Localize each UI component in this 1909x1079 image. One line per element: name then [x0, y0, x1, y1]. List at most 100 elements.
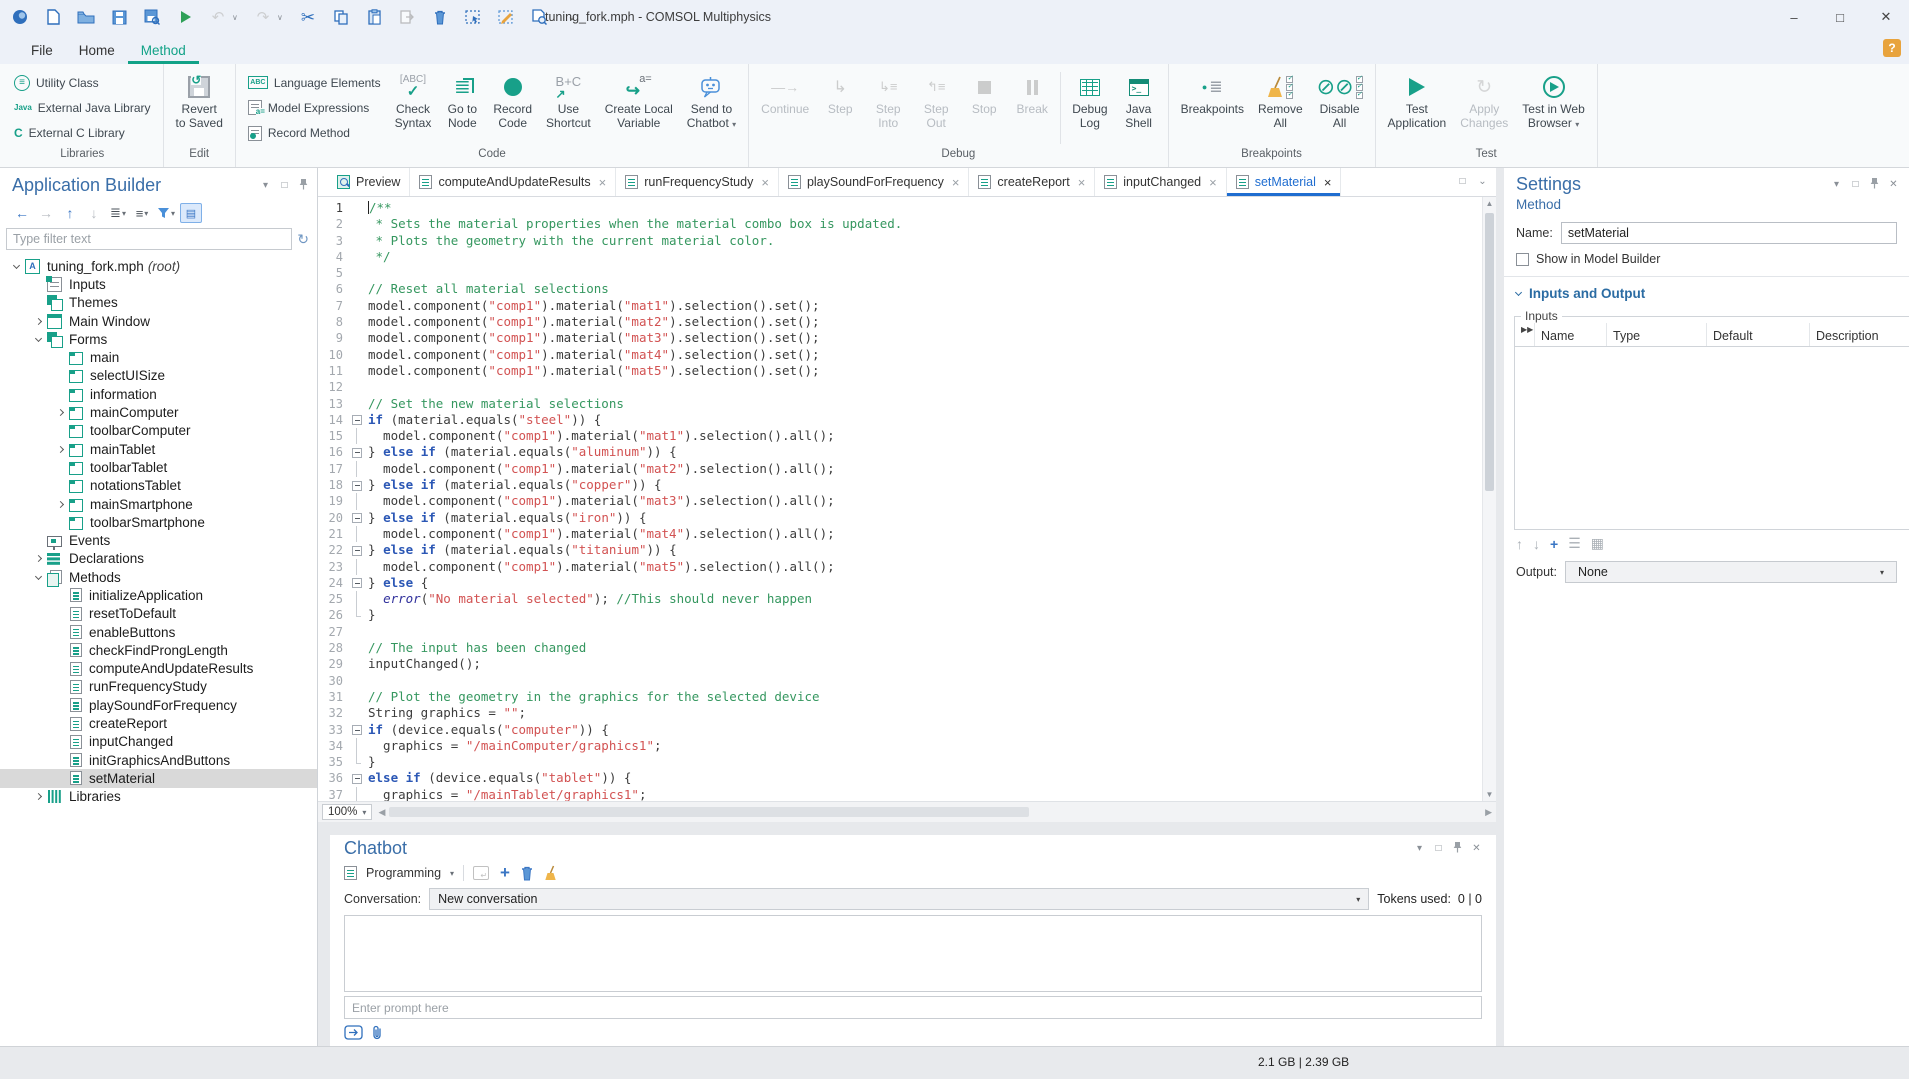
language-elements-button[interactable]: Language Elements	[245, 72, 384, 94]
code-area[interactable]: 1/**2 * Sets the material properties whe…	[318, 197, 1482, 801]
model-expressions-button[interactable]: Model Expressions	[245, 97, 384, 119]
fold-marker-icon[interactable]	[350, 722, 364, 738]
collapse-icon[interactable]	[30, 338, 47, 341]
use-shortcut-button[interactable]: UseShortcut	[539, 68, 598, 148]
close-button[interactable]: ✕	[1863, 0, 1909, 34]
inputs-table-body[interactable]	[1515, 347, 1909, 529]
chevron-down-icon[interactable]: ∨	[277, 13, 285, 22]
copy-icon[interactable]	[331, 6, 351, 28]
expand-icon[interactable]	[52, 502, 69, 507]
tree-item-setmaterial[interactable]: setMaterial	[0, 769, 317, 787]
editor-tab-setmaterial[interactable]: setMaterial×	[1227, 168, 1342, 196]
chevron-down-icon[interactable]: ∨	[232, 13, 240, 22]
tree-item-inputs[interactable]: Inputs	[0, 275, 317, 293]
ribbon-tab-file[interactable]: File	[18, 38, 66, 64]
revert-to-saved-button[interactable]: Revertto Saved	[169, 68, 230, 148]
panel-menu-icon[interactable]: ▾	[1414, 844, 1425, 854]
record-code-button[interactable]: RecordCode	[486, 68, 539, 148]
draw-frame-icon[interactable]	[496, 6, 516, 28]
tree-item-methods[interactable]: Methods	[0, 568, 317, 586]
tree-item-toolbartablet[interactable]: toolbarTablet	[0, 458, 317, 476]
inputs-and-output-section[interactable]: Inputs and Output	[1504, 277, 1909, 307]
java-shell-button[interactable]: JavaShell	[1115, 68, 1163, 148]
panel-menu-icon[interactable]: ▾	[260, 181, 271, 191]
close-tab-icon[interactable]: ×	[599, 175, 607, 190]
fold-marker-icon[interactable]	[350, 510, 364, 526]
close-icon[interactable]: ✕	[1471, 844, 1482, 854]
conversation-dropdown[interactable]: New conversation ▾	[429, 888, 1369, 910]
fold-marker-icon[interactable]	[350, 444, 364, 460]
send-prompt-icon[interactable]	[344, 1025, 363, 1040]
tree-item-tuning-fork-mph[interactable]: tuning_fork.mph(root)	[0, 257, 317, 275]
ribbon-tab-method[interactable]: Method	[128, 38, 199, 64]
tree-item-declarations[interactable]: Declarations	[0, 550, 317, 568]
go-to-node-button[interactable]: Go toNode	[438, 68, 486, 148]
save-icon[interactable]	[109, 6, 129, 28]
close-tab-icon[interactable]: ×	[952, 175, 960, 190]
select-frame-icon[interactable]	[463, 6, 483, 28]
save-as-icon[interactable]	[142, 6, 162, 28]
duplicate-icon[interactable]	[397, 6, 417, 28]
scroll-down-icon[interactable]: ▼	[1483, 790, 1496, 799]
test-application-button[interactable]: TestApplication	[1381, 68, 1454, 148]
scroll-left-icon[interactable]: ◀	[378, 807, 385, 818]
expand-icon[interactable]	[52, 410, 69, 415]
expand-icon[interactable]	[30, 794, 47, 799]
move-up-icon[interactable]: ↑	[60, 204, 80, 222]
output-dropdown[interactable]: None ▾	[1565, 561, 1897, 583]
vertical-scrollbar[interactable]: ▲ ▼	[1482, 197, 1496, 801]
move-right-icon[interactable]: →	[36, 204, 56, 222]
float-icon[interactable]: □	[1850, 180, 1861, 190]
tree-item-initializeapplication[interactable]: initializeApplication	[0, 586, 317, 604]
editor-tab-inputchanged[interactable]: inputChanged×	[1095, 168, 1226, 196]
external-c-library-button[interactable]: External C Library	[11, 122, 154, 144]
minimize-button[interactable]: –	[1771, 0, 1817, 34]
fold-marker-icon[interactable]	[350, 542, 364, 558]
hscrollbar-thumb[interactable]	[389, 807, 1029, 817]
expand-icon[interactable]	[52, 447, 69, 452]
name-field[interactable]	[1561, 222, 1897, 244]
tree-item-maintablet[interactable]: mainTablet	[0, 440, 317, 458]
float-icon[interactable]: □	[279, 181, 290, 191]
redo-icon[interactable]: ↷	[253, 6, 273, 28]
chevron-down-icon[interactable]: ▾	[450, 869, 454, 878]
tree-item-computeandupdateresults[interactable]: computeAndUpdateResults	[0, 660, 317, 678]
collapse-all-icon[interactable]: ≡▾	[132, 204, 152, 222]
close-icon[interactable]: ✕	[1888, 180, 1899, 190]
tree-item-themes[interactable]: Themes	[0, 294, 317, 312]
breakpoints-button[interactable]: Breakpoints	[1174, 68, 1251, 148]
pin-icon[interactable]	[1869, 177, 1880, 192]
tree-item-forms[interactable]: Forms	[0, 330, 317, 348]
panel-menu-icon[interactable]: ▾	[1831, 180, 1842, 190]
editor-tab-createreport[interactable]: createReport×	[969, 168, 1095, 196]
tree-item-initgraphicsandbuttons[interactable]: initGraphicsAndButtons	[0, 751, 317, 769]
expand-all-icon[interactable]: ≣▾	[108, 204, 128, 222]
horizontal-scrollbar[interactable]: ◀ ▶	[378, 805, 1492, 819]
tree-item-inputchanged[interactable]: inputChanged	[0, 733, 317, 751]
close-tab-icon[interactable]: ×	[761, 175, 769, 190]
editor-tab-runfrequencystudy[interactable]: runFrequencyStudy×	[616, 168, 779, 196]
add-row-icon[interactable]: +	[1550, 536, 1558, 552]
send-to-chatbot-button[interactable]: Send toChatbot ▾	[680, 68, 743, 148]
float-icon[interactable]: □	[1457, 177, 1468, 187]
filter-icon[interactable]: ▾	[156, 204, 176, 222]
collapse-icon[interactable]	[8, 265, 25, 268]
tree-item-playsoundforfrequency[interactable]: playSoundForFrequency	[0, 696, 317, 714]
filter-input[interactable]	[6, 228, 292, 250]
move-down-icon[interactable]: ↓	[84, 204, 104, 222]
prompt-input[interactable]	[345, 1001, 1481, 1015]
tree-item-selectuisize[interactable]: selectUISize	[0, 367, 317, 385]
tree-item-createreport[interactable]: createReport	[0, 714, 317, 732]
tree-item-toolbarcomputer[interactable]: toolbarComputer	[0, 422, 317, 440]
fold-marker-icon[interactable]	[350, 575, 364, 591]
editor-tab-computeandupdateresults[interactable]: computeAndUpdateResults×	[410, 168, 616, 196]
fold-marker-icon[interactable]	[350, 477, 364, 493]
pin-icon[interactable]	[298, 178, 309, 193]
undo-icon[interactable]: ↶	[208, 6, 228, 28]
toggle-editor-icon[interactable]: ▤	[180, 203, 202, 223]
move-left-icon[interactable]: ←	[12, 204, 32, 222]
tree-item-maincomputer[interactable]: mainComputer	[0, 403, 317, 421]
tree-item-main-window[interactable]: Main Window	[0, 312, 317, 330]
tree-item-resettodefault[interactable]: resetToDefault	[0, 605, 317, 623]
close-tab-icon[interactable]: ×	[1078, 175, 1086, 190]
